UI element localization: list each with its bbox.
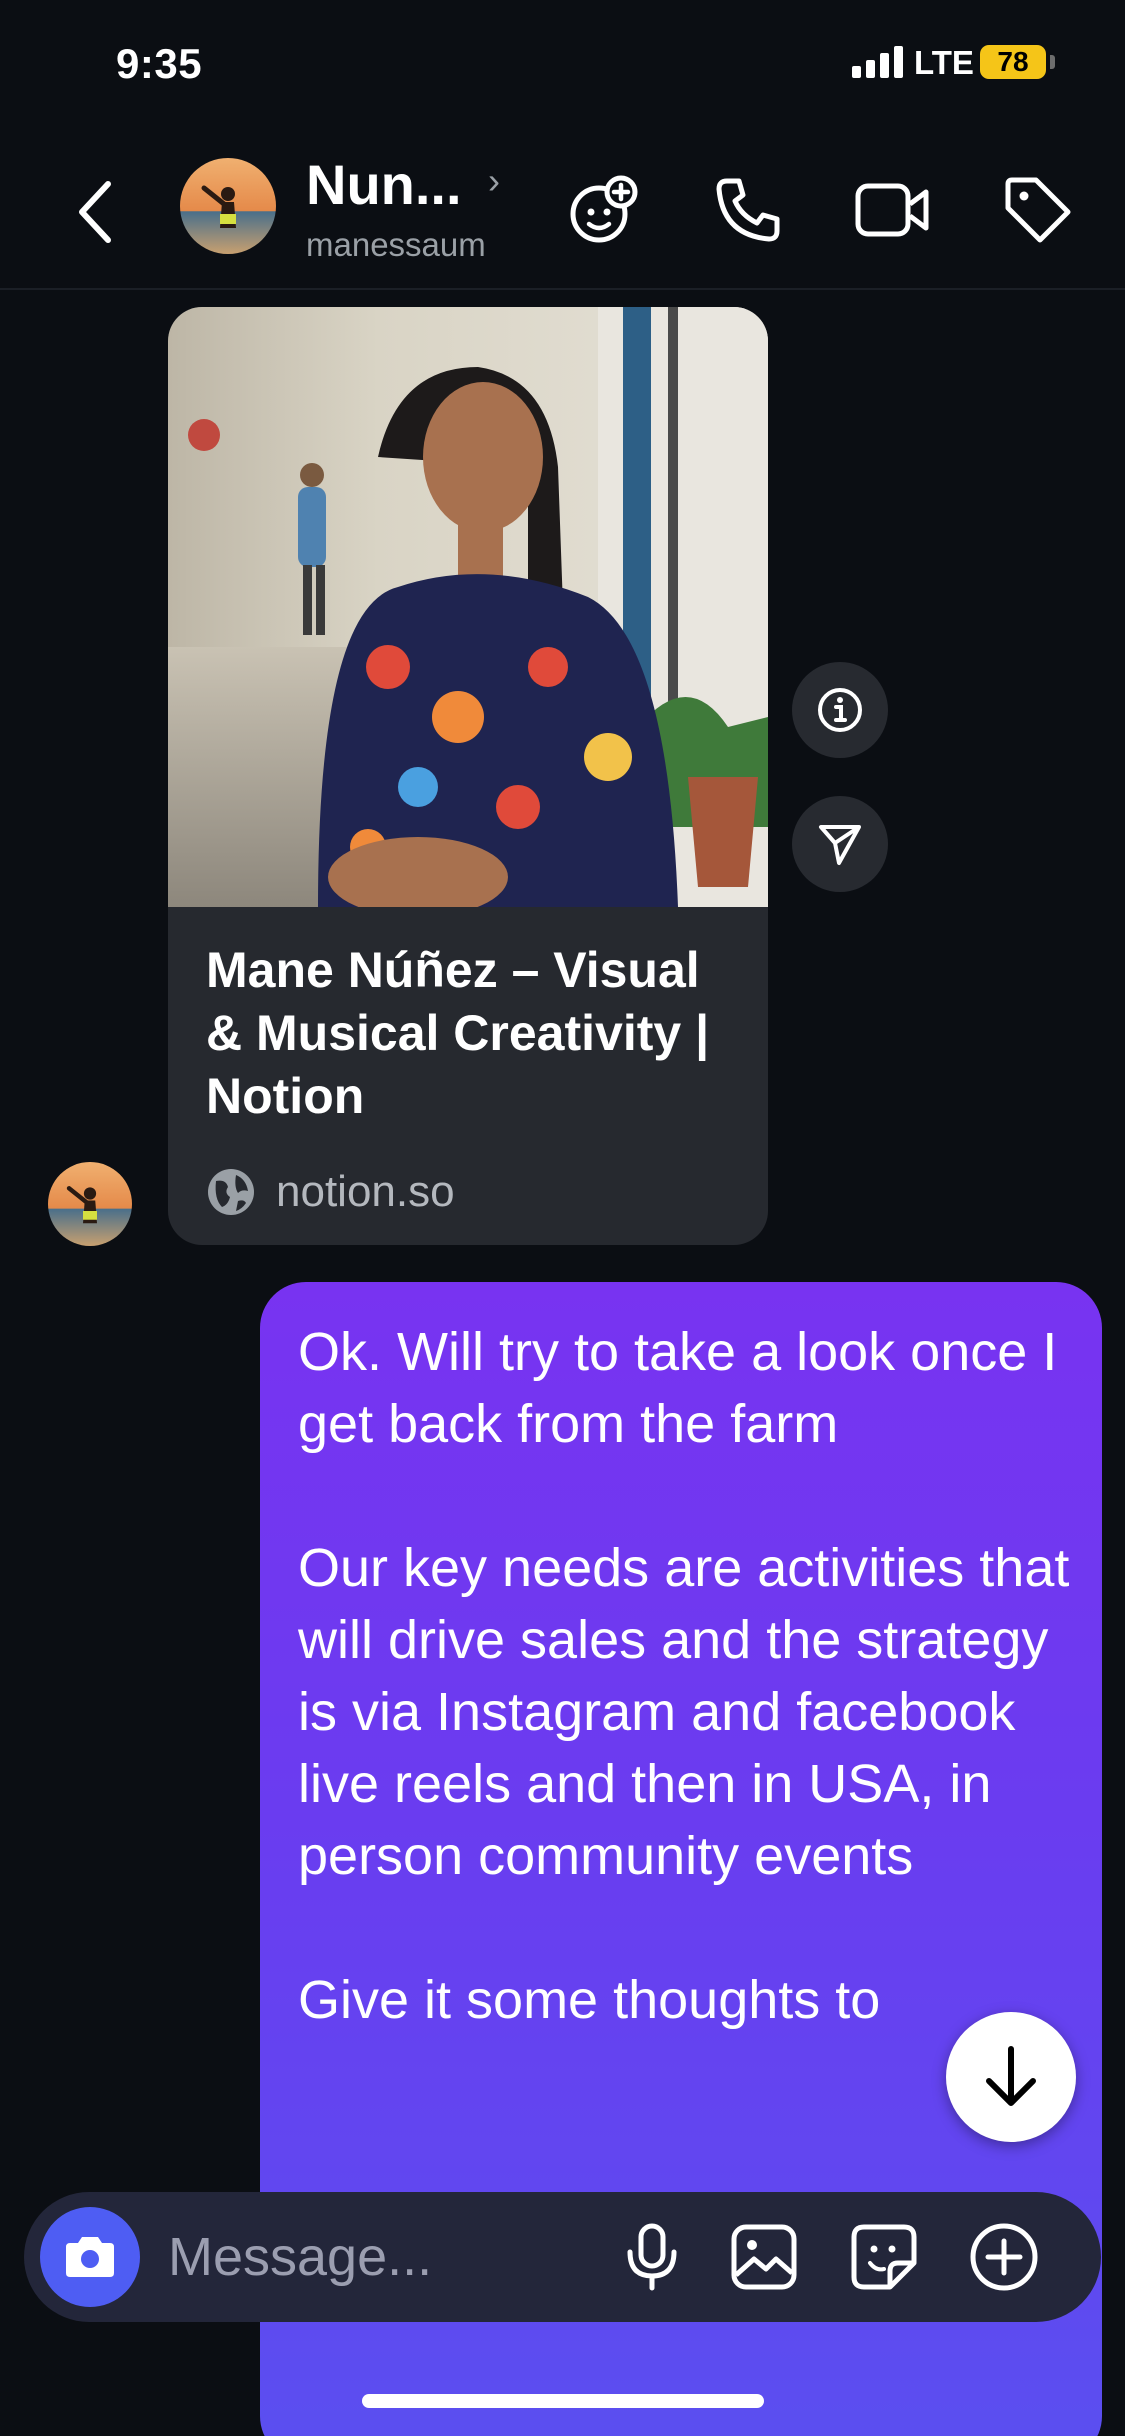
phone-icon xyxy=(716,178,780,242)
arrow-down-icon xyxy=(986,2046,1036,2106)
info-button[interactable] xyxy=(792,662,888,758)
link-preview-title: Mane Núñez – Visual & Musical Creativity… xyxy=(206,942,710,1124)
image-icon xyxy=(731,2224,797,2290)
sticker-button[interactable] xyxy=(844,2217,924,2297)
gallery-button[interactable] xyxy=(724,2217,804,2297)
more-button[interactable] xyxy=(964,2217,1044,2297)
battery-icon: 78 xyxy=(980,45,1046,79)
video-icon xyxy=(855,183,929,237)
camera-button[interactable] xyxy=(40,2207,140,2307)
effects-icon xyxy=(570,175,638,243)
contact-username: manessaum xyxy=(306,226,486,263)
battery-level: 78 xyxy=(997,46,1029,77)
send-icon xyxy=(819,825,861,865)
message-composer xyxy=(24,2192,1101,2322)
message-paragraph: Give it some thoughts to xyxy=(298,1970,881,2030)
scroll-to-bottom-button[interactable] xyxy=(946,2012,1076,2142)
video-call-button[interactable] xyxy=(853,170,933,250)
status-bar: 9:35 LTE 78 xyxy=(0,0,1125,130)
globe-icon xyxy=(208,1169,254,1215)
call-button[interactable] xyxy=(708,170,788,250)
network-label: LTE xyxy=(914,44,974,81)
link-preview-domain: notion.so xyxy=(276,1167,455,1216)
message-input[interactable] xyxy=(168,2222,608,2292)
status-time: 9:35 xyxy=(116,40,203,87)
microphone-icon xyxy=(627,2223,677,2291)
back-icon xyxy=(79,181,111,243)
plus-circle-icon xyxy=(970,2223,1038,2291)
effects-button[interactable] xyxy=(563,170,643,250)
home-indicator[interactable] xyxy=(362,2394,764,2408)
back-button[interactable] xyxy=(66,172,126,252)
chat-header: Nun... › manessaum xyxy=(0,130,1125,290)
outgoing-message-text: Ok. Will try to take a look once I get b… xyxy=(298,1316,1078,2108)
message-paragraph: Ok. Will try to take a look once I get b… xyxy=(298,1322,1058,1454)
contact-avatar[interactable] xyxy=(180,158,276,254)
camera-icon xyxy=(66,2237,114,2277)
chevron-right-icon: › xyxy=(488,160,500,201)
sender-avatar[interactable] xyxy=(48,1162,132,1246)
link-preview-image xyxy=(168,307,768,907)
message-paragraph: Our key needs are activities that will d… xyxy=(298,1538,1070,1886)
sticker-icon xyxy=(851,2224,917,2290)
info-icon xyxy=(818,688,862,732)
link-preview-domain-row: notion.so xyxy=(206,1162,455,1222)
signal-icon xyxy=(852,46,904,78)
tag-icon xyxy=(1005,177,1071,243)
battery-tip xyxy=(1050,55,1055,69)
tag-button[interactable] xyxy=(998,170,1078,250)
contact-name[interactable]: Nun... xyxy=(306,152,462,217)
link-preview-card[interactable]: Mane Núñez – Visual & Musical Creativity… xyxy=(168,307,768,1245)
share-button[interactable] xyxy=(792,796,888,892)
voice-message-button[interactable] xyxy=(612,2217,692,2297)
